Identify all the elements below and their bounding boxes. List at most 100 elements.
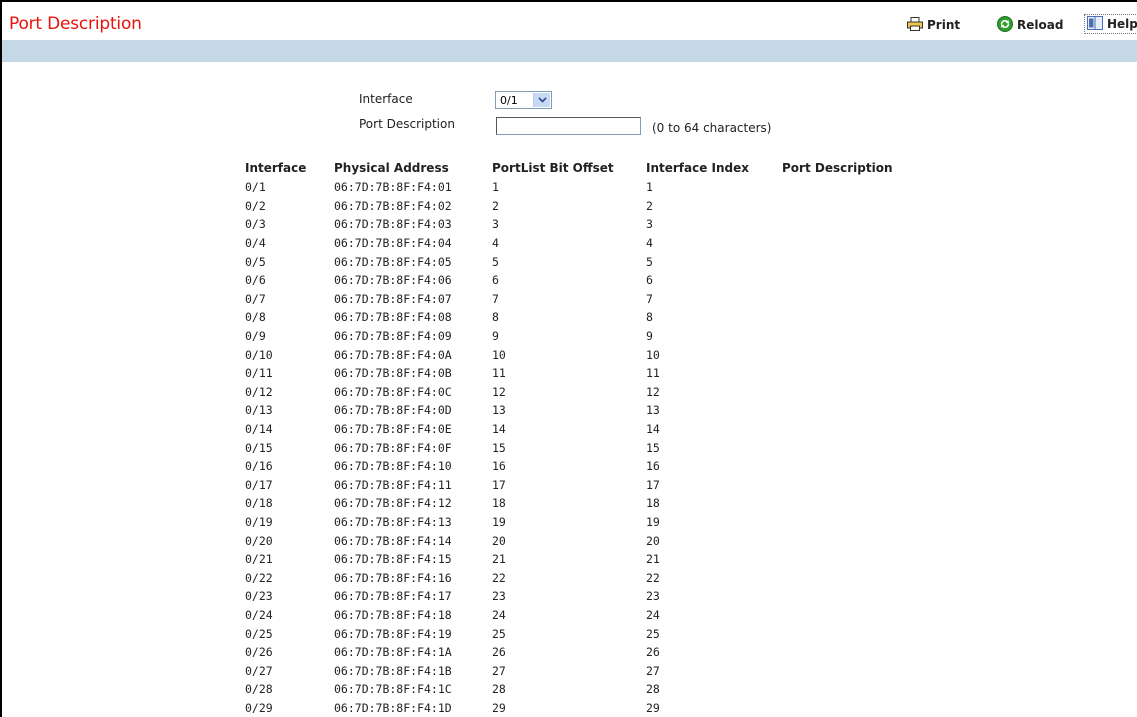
cell-port-description <box>782 606 922 625</box>
cell-physical-address: 06:7D:7B:8F:F4:1B <box>334 663 452 678</box>
cell-interface-index: 13 <box>646 403 660 418</box>
cell-physical-address: 06:7D:7B:8F:F4:0A <box>334 347 452 362</box>
table-row: 0/20 06:7D:7B:8F:F4:14 20 20 <box>245 531 922 550</box>
cell-interface-index: 8 <box>646 310 653 325</box>
table-row: 0/9 06:7D:7B:8F:F4:09 9 9 <box>245 327 922 346</box>
cell-interface-index: 19 <box>646 514 660 529</box>
cell-physical-address: 06:7D:7B:8F:F4:03 <box>334 217 452 232</box>
cell-physical-address: 06:7D:7B:8F:F4:08 <box>334 310 452 325</box>
cell-port-description <box>782 178 922 197</box>
cell-port-description <box>782 587 922 606</box>
table-row: 0/2 06:7D:7B:8F:F4:02 2 2 <box>245 197 922 216</box>
cell-interface: 0/12 <box>245 384 273 399</box>
cell-interface: 0/3 <box>245 217 266 232</box>
cell-port-description <box>782 364 922 383</box>
cell-interface: 0/8 <box>245 310 266 325</box>
cell-interface-index: 10 <box>646 347 660 362</box>
cell-interface-index: 5 <box>646 254 653 269</box>
help-book-icon <box>1087 15 1103 33</box>
cell-interface-index: 23 <box>646 589 660 604</box>
column-header-interface-index: Interface Index <box>646 161 750 175</box>
help-button[interactable]: Help <box>1084 14 1137 34</box>
table-row: 0/3 06:7D:7B:8F:F4:03 3 3 <box>245 215 922 234</box>
cell-portlist-bit-offset: 3 <box>492 217 499 232</box>
port-description-input[interactable] <box>496 117 641 135</box>
chevron-down-icon[interactable] <box>533 93 550 107</box>
cell-physical-address: 06:7D:7B:8F:F4:04 <box>334 236 452 251</box>
table-row: 0/13 06:7D:7B:8F:F4:0D 13 13 <box>245 401 922 420</box>
window-border-left <box>0 0 2 717</box>
cell-portlist-bit-offset: 26 <box>492 645 506 660</box>
cell-interface-index: 25 <box>646 626 660 641</box>
cell-physical-address: 06:7D:7B:8F:F4:13 <box>334 514 452 529</box>
cell-port-description <box>782 568 922 587</box>
cell-portlist-bit-offset: 6 <box>492 273 499 288</box>
cell-port-description <box>782 699 922 717</box>
cell-portlist-bit-offset: 12 <box>492 384 506 399</box>
reload-button[interactable]: Reload <box>997 15 1063 35</box>
cell-interface: 0/4 <box>245 236 266 251</box>
help-label: Help <box>1107 17 1137 31</box>
cell-physical-address: 06:7D:7B:8F:F4:14 <box>334 533 452 548</box>
cell-interface: 0/24 <box>245 607 273 622</box>
cell-port-description <box>782 494 922 513</box>
cell-interface-index: 9 <box>646 329 653 344</box>
cell-physical-address: 06:7D:7B:8F:F4:0D <box>334 403 452 418</box>
table-row: 0/26 06:7D:7B:8F:F4:1A 26 26 <box>245 643 922 662</box>
cell-port-description <box>782 234 922 253</box>
printer-icon <box>907 16 923 34</box>
cell-portlist-bit-offset: 10 <box>492 347 506 362</box>
cell-portlist-bit-offset: 27 <box>492 663 506 678</box>
cell-interface: 0/11 <box>245 366 273 381</box>
cell-interface-index: 22 <box>646 570 660 585</box>
cell-port-description <box>782 438 922 457</box>
table-row: 0/25 06:7D:7B:8F:F4:19 25 25 <box>245 624 922 643</box>
cell-interface-index: 27 <box>646 663 660 678</box>
cell-port-description <box>782 327 922 346</box>
cell-physical-address: 06:7D:7B:8F:F4:01 <box>334 180 452 195</box>
interface-label: Interface <box>359 92 413 106</box>
table-row: 0/14 06:7D:7B:8F:F4:0E 14 14 <box>245 420 922 439</box>
cell-interface: 0/7 <box>245 291 266 306</box>
cell-interface-index: 2 <box>646 198 653 213</box>
cell-interface: 0/27 <box>245 663 273 678</box>
cell-portlist-bit-offset: 2 <box>492 198 499 213</box>
table-row: 0/11 06:7D:7B:8F:F4:0B 11 11 <box>245 364 922 383</box>
cell-interface: 0/20 <box>245 533 273 548</box>
reload-label: Reload <box>1017 18 1064 32</box>
table-row: 0/1 06:7D:7B:8F:F4:01 1 1 <box>245 178 922 197</box>
cell-interface-index: 11 <box>646 366 660 381</box>
cell-physical-address: 06:7D:7B:8F:F4:0B <box>334 366 452 381</box>
cell-interface: 0/23 <box>245 589 273 604</box>
table-row: 0/24 06:7D:7B:8F:F4:18 24 24 <box>245 606 922 625</box>
cell-port-description <box>782 643 922 662</box>
cell-physical-address: 06:7D:7B:8F:F4:11 <box>334 477 452 492</box>
cell-interface: 0/17 <box>245 477 273 492</box>
cell-physical-address: 06:7D:7B:8F:F4:07 <box>334 291 452 306</box>
cell-port-description <box>782 531 922 550</box>
cell-interface-index: 12 <box>646 384 660 399</box>
cell-physical-address: 06:7D:7B:8F:F4:02 <box>334 198 452 213</box>
table-row: 0/15 06:7D:7B:8F:F4:0F 15 15 <box>245 438 922 457</box>
print-button[interactable]: Print <box>907 15 960 35</box>
cell-interface: 0/13 <box>245 403 273 418</box>
interface-select[interactable]: 0/1 <box>495 91 552 109</box>
cell-port-description <box>782 215 922 234</box>
cell-portlist-bit-offset: 13 <box>492 403 506 418</box>
cell-interface-index: 4 <box>646 236 653 251</box>
cell-physical-address: 06:7D:7B:8F:F4:1D <box>334 700 452 715</box>
cell-physical-address: 06:7D:7B:8F:F4:1A <box>334 645 452 660</box>
cell-interface: 0/5 <box>245 254 266 269</box>
cell-interface: 0/29 <box>245 700 273 715</box>
table-row: 0/29 06:7D:7B:8F:F4:1D 29 29 <box>245 699 922 717</box>
cell-port-description <box>782 252 922 271</box>
cell-interface-index: 6 <box>646 273 653 288</box>
cell-physical-address: 06:7D:7B:8F:F4:18 <box>334 607 452 622</box>
cell-portlist-bit-offset: 9 <box>492 329 499 344</box>
cell-interface-index: 7 <box>646 291 653 306</box>
table-row: 0/16 06:7D:7B:8F:F4:10 16 16 <box>245 457 922 476</box>
cell-physical-address: 06:7D:7B:8F:F4:09 <box>334 329 452 344</box>
cell-physical-address: 06:7D:7B:8F:F4:12 <box>334 496 452 511</box>
cell-port-description <box>782 345 922 364</box>
cell-interface-index: 16 <box>646 459 660 474</box>
